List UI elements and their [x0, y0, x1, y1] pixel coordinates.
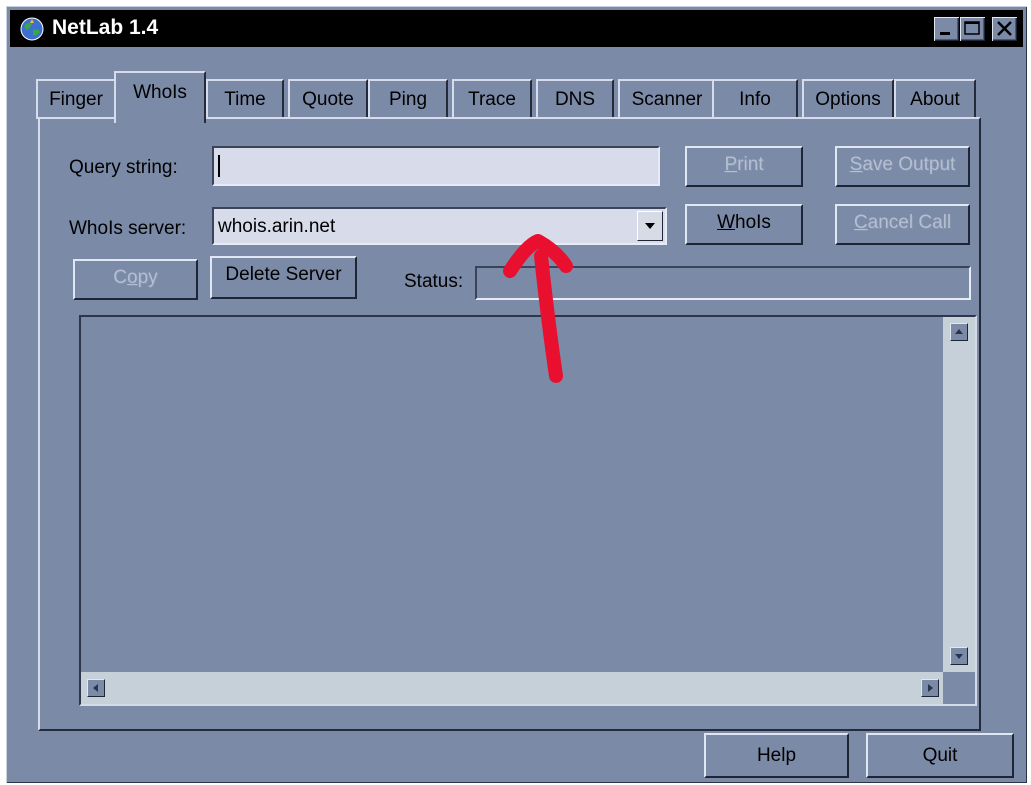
tab-label: Quote [302, 89, 354, 110]
maximize-icon [964, 21, 980, 35]
tab-label: Options [815, 89, 881, 110]
close-button[interactable] [992, 17, 1017, 41]
tab-whois[interactable]: WhoIs [114, 71, 206, 123]
horizontal-scrollbar[interactable] [81, 672, 945, 704]
arrow-down-icon [955, 654, 963, 659]
whois-server-value: whois.arin.net [218, 216, 336, 237]
close-icon [997, 21, 1012, 36]
query-string-label: Query string: [69, 157, 178, 178]
whois-button[interactable]: WhoIs [685, 204, 803, 245]
tab-scanner[interactable]: Scanner [618, 79, 716, 119]
tab-label: Scanner [631, 89, 703, 110]
help-label: Help [756, 745, 797, 766]
maximize-button[interactable] [960, 17, 985, 41]
copy-button[interactable]: Copy [73, 259, 198, 300]
vertical-scrollbar[interactable] [943, 317, 975, 677]
scroll-up-button[interactable] [950, 323, 968, 341]
tab-label: About [910, 89, 960, 110]
tab-label: DNS [554, 89, 596, 110]
tab-label: Finger [49, 89, 103, 110]
print-button[interactable]: Print [685, 146, 803, 187]
arrow-right-icon [928, 684, 933, 692]
whois-mnemonic: W [717, 212, 735, 233]
window-title: NetLab 1.4 [52, 16, 159, 39]
whois-server-label: WhoIs server: [69, 218, 187, 239]
query-string-input[interactable] [212, 146, 660, 186]
arrow-left-icon [93, 684, 98, 692]
cancel-call-label-rest: ancel Call [867, 212, 952, 233]
netlab-window: NetLab 1.4 Finger WhoIs Time Quote Ping … [6, 6, 1027, 783]
copy-mnemonic: o [127, 267, 138, 288]
quit-label: Quit [922, 745, 958, 766]
scroll-left-button[interactable] [87, 679, 105, 697]
tab-quote[interactable]: Quote [288, 79, 368, 119]
delete-server-label: Delete Server [225, 264, 342, 285]
copy-label-rest: py [137, 267, 158, 288]
whois-server-combobox[interactable]: whois.arin.net [212, 207, 667, 245]
title-bar[interactable]: NetLab 1.4 [10, 10, 1023, 47]
minimize-button[interactable] [934, 17, 959, 41]
chevron-down-icon [645, 223, 655, 229]
cancel-call-button[interactable]: Cancel Call [835, 204, 970, 245]
save-output-button[interactable]: Save Output [835, 146, 970, 187]
tab-about[interactable]: About [894, 79, 976, 119]
status-label: Status: [404, 271, 464, 292]
print-mnemonic: P [724, 154, 738, 175]
whois-label-rest: hoIs [735, 212, 771, 233]
tab-trace[interactable]: Trace [452, 79, 532, 119]
netlab-app-icon [20, 17, 44, 41]
tab-label: Ping [388, 89, 428, 110]
scrollbar-corner [943, 672, 975, 704]
help-button[interactable]: Help [704, 733, 849, 778]
tab-ping[interactable]: Ping [368, 79, 448, 119]
tab-label: Trace [468, 89, 516, 110]
text-cursor [218, 155, 220, 177]
scroll-right-button[interactable] [921, 679, 939, 697]
save-output-mnemonic: S [849, 154, 863, 175]
tab-info[interactable]: Info [712, 79, 798, 119]
tab-time[interactable]: Time [206, 79, 284, 119]
tab-dns[interactable]: DNS [536, 79, 614, 119]
delete-server-button[interactable]: Delete Server [210, 256, 357, 299]
red-arrow-annotation [503, 234, 573, 383]
tab-label: Info [739, 89, 771, 110]
scroll-down-button[interactable] [950, 647, 968, 665]
copy-label-first: C [113, 267, 128, 288]
minimize-icon [940, 32, 950, 35]
cancel-call-mnemonic: C [853, 212, 868, 233]
save-output-label-rest: ave Output [862, 154, 956, 175]
dropdown-button[interactable] [637, 211, 663, 241]
arrow-up-icon [955, 329, 963, 334]
print-label-rest: rint [737, 154, 764, 175]
quit-button[interactable]: Quit [866, 733, 1014, 778]
tab-options[interactable]: Options [802, 79, 894, 119]
tab-finger[interactable]: Finger [36, 79, 116, 119]
tab-label: Time [224, 89, 266, 110]
tab-label: WhoIs [133, 82, 187, 103]
